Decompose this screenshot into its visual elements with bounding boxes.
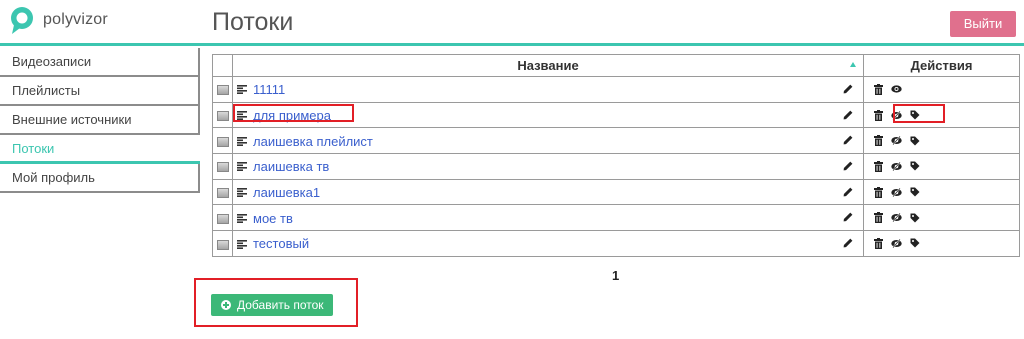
align-left-icon [237,136,247,146]
align-left-icon [237,188,247,198]
header-divider [0,43,1024,46]
image-placeholder-icon [216,162,229,173]
trash-icon[interactable] [874,109,883,121]
tag-icon[interactable] [910,238,920,248]
tag-icon[interactable] [910,213,920,223]
thumbnail-cell [212,178,233,206]
page-title: Потоки [212,8,294,36]
brand-name: polyvizor [43,11,108,28]
image-placeholder-icon [216,111,229,122]
edit-pencil-icon[interactable] [843,187,853,197]
image-placeholder-icon [216,188,229,199]
trash-icon[interactable] [874,186,883,198]
sidebar-item-profile[interactable]: Мой профиль [0,164,200,193]
stream-name-cell: лаишевка тв [232,153,864,180]
stream-name-cell: мое тв [232,204,864,232]
edit-pencil-icon[interactable] [843,212,853,222]
stream-name-link[interactable]: 11111 [253,82,285,97]
actions-cell [863,230,1020,257]
edit-pencil-icon[interactable] [843,238,853,248]
column-name-header[interactable]: Название [232,54,864,77]
sidebar-item-videos[interactable]: Видеозаписи [0,48,200,77]
trash-icon[interactable] [874,212,883,224]
eye-slash-icon[interactable] [891,213,902,223]
sort-ascending-icon[interactable] [850,62,856,67]
actions-cell [863,204,1020,232]
eye-slash-icon[interactable] [891,161,902,171]
add-stream-button[interactable]: Добавить поток [211,294,333,316]
trash-icon[interactable] [874,160,883,172]
stream-name-cell: лаишевка1 [232,178,864,206]
stream-name-cell: тестовый [232,230,864,257]
thumbnail-cell [212,153,233,180]
column-actions-header: Действия [863,54,1020,77]
polyvizor-logo-icon [11,7,33,34]
thumbnail-cell [212,101,233,129]
image-placeholder-icon [216,85,229,96]
table-header-row: Название Действия [212,54,1020,77]
table-row: лаишевка плейлист [212,127,1020,155]
thumbnail-cell [212,127,233,155]
sidebar-item-external-sources[interactable]: Внешние источники [0,106,200,135]
thumbnail-cell [212,204,233,232]
stream-name-cell: лаишевка плейлист [232,127,864,155]
table-row: лаишевка1 [212,178,1020,206]
edit-pencil-icon[interactable] [843,161,853,171]
pagination-current-page[interactable]: 1 [612,268,619,283]
table-row: лаишевка тв [212,153,1020,180]
trash-icon[interactable] [874,135,883,147]
eye-slash-icon[interactable] [891,136,902,146]
align-left-icon [237,85,247,95]
add-stream-label: Добавить поток [237,298,324,312]
logo[interactable]: polyvizor [9,5,108,35]
image-placeholder-icon [216,213,229,224]
align-left-icon [237,162,247,172]
align-left-icon [237,239,247,249]
edit-pencil-icon[interactable] [843,84,853,94]
stream-name-cell: 11111 [232,76,864,103]
column-thumbnail [212,54,233,77]
trash-icon[interactable] [874,83,883,95]
sidebar-item-playlists[interactable]: Плейлисты [0,77,200,106]
edit-pencil-icon[interactable] [843,135,853,145]
actions-cell [863,127,1020,155]
stream-name-link[interactable]: лаишевка плейлист [253,134,373,149]
streams-table: Название Действия 11111 для примера лаишев… [212,54,1020,257]
image-placeholder-icon [216,239,229,250]
eye-slash-icon[interactable] [891,187,902,197]
trash-icon[interactable] [874,237,883,249]
actions-cell [863,76,1020,103]
stream-name-link[interactable]: лаишевка тв [253,159,329,174]
thumbnail-cell [212,76,233,103]
actions-cell [863,178,1020,206]
align-left-icon [237,213,247,223]
image-placeholder-icon [216,136,229,147]
table-row: тестовый [212,230,1020,257]
sidebar: Видеозаписи Плейлисты Внешние источники … [0,48,200,193]
thumbnail-cell [212,230,233,257]
actions-cell [863,153,1020,180]
plus-circle-icon [221,300,231,310]
stream-name-link[interactable]: лаишевка1 [253,185,320,200]
edit-pencil-icon[interactable] [843,110,853,120]
highlight-row-name [233,104,354,122]
stream-name-link[interactable]: мое тв [253,211,293,226]
sidebar-item-streams[interactable]: Потоки [0,135,200,164]
table-row: 11111 [212,76,1020,103]
stream-name-link[interactable]: тестовый [253,237,309,252]
eye-slash-icon[interactable] [891,238,902,248]
logout-button[interactable]: Выйти [950,11,1016,37]
tag-icon[interactable] [910,136,920,146]
highlight-row-actions [893,104,945,123]
column-name-label: Название [517,58,579,73]
eye-icon[interactable] [891,85,902,93]
table-row: мое тв [212,204,1020,232]
top-bar: polyvizor Потоки Выйти [0,0,1024,46]
tag-icon[interactable] [910,187,920,197]
tag-icon[interactable] [910,161,920,171]
